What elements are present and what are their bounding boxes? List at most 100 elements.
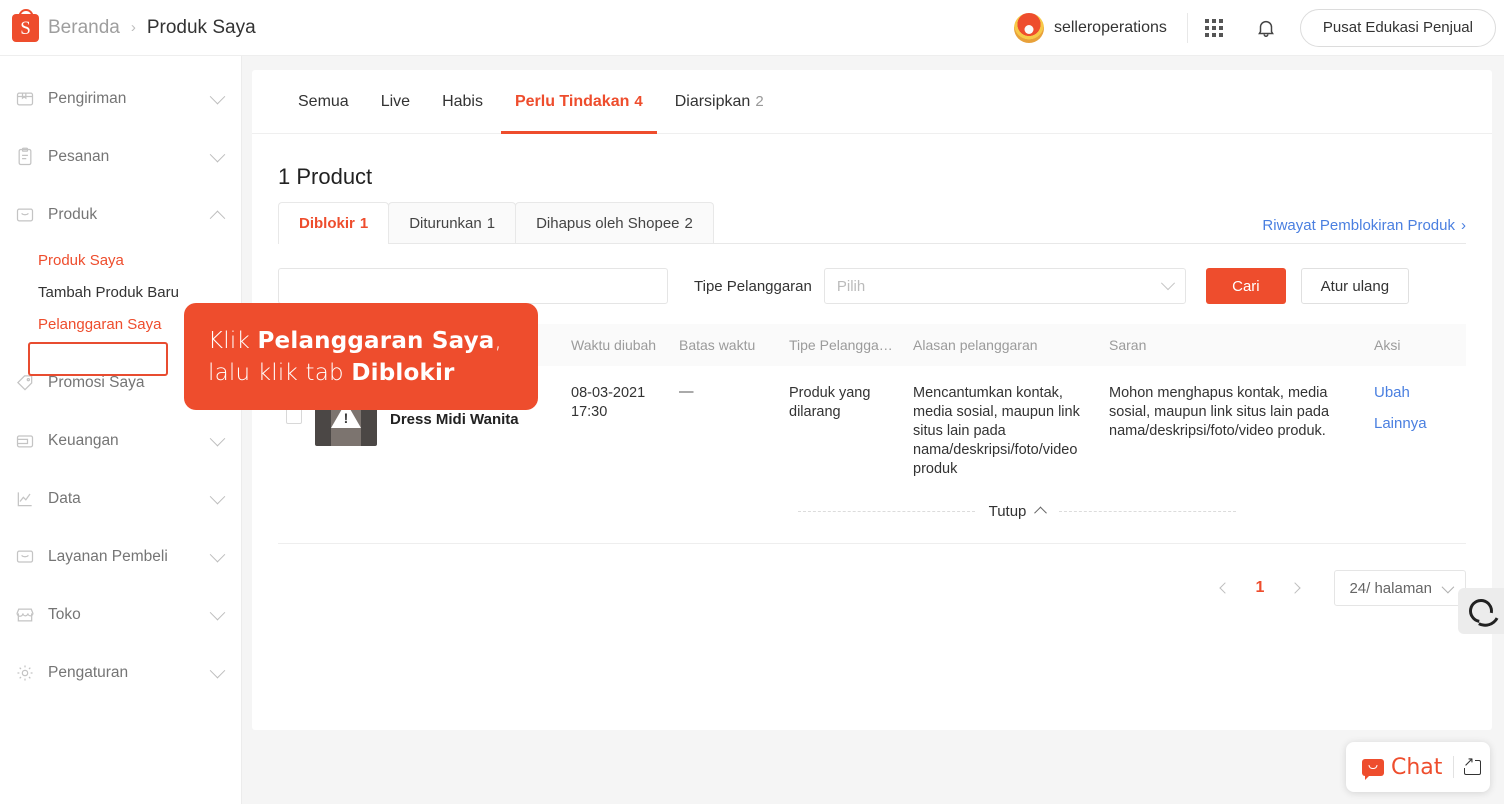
- expand-icon[interactable]: [1462, 754, 1482, 775]
- sidebar-label: Layanan Pembeli: [48, 548, 168, 565]
- breadcrumb-separator-icon: ›: [130, 19, 136, 36]
- chevron-right-icon: [1289, 582, 1302, 594]
- callout-line1-bold: Pelanggaran Saya: [257, 327, 495, 354]
- chat-smile: [1368, 765, 1378, 769]
- tab-diarsipkan[interactable]: Diarsipkan 2: [675, 70, 764, 134]
- gear-icon: [14, 662, 36, 684]
- sidebar-item-pesanan[interactable]: Pesanan: [0, 128, 241, 186]
- tab-count: 2: [755, 93, 764, 110]
- notifications-button[interactable]: [1240, 0, 1292, 56]
- page-title: 1 Product: [278, 164, 373, 189]
- user-account[interactable]: selleroperations: [1013, 12, 1187, 43]
- avatar: [1013, 12, 1044, 43]
- col-header-alasan-pelanggaran: Alasan pelanggaran: [913, 337, 1038, 353]
- header-actions: selleroperations Pusat Edukasi Penjual: [1013, 0, 1504, 56]
- apps-grid-button[interactable]: [1188, 0, 1240, 56]
- cell-waktu-diubah: 08-03-2021 17:30: [571, 385, 646, 420]
- col-header-batas-waktu: Batas waktu: [679, 337, 756, 353]
- sidebar-label: Data: [48, 490, 81, 507]
- sidebar-nav: Pengiriman Pesanan Produk Produk Saya Ta…: [0, 56, 242, 804]
- action-ubah-link[interactable]: Ubah: [1374, 384, 1448, 401]
- violation-type-label: Tipe Pelanggaran: [694, 277, 812, 295]
- page-size-label: 24/ halaman: [1349, 579, 1432, 597]
- main-tab-bar: Semua Live Habis Perlu Tindakan 4 Diarsi…: [252, 70, 1492, 134]
- subtab-diblokir[interactable]: Diblokir 1: [278, 202, 390, 244]
- sidebar-item-toko[interactable]: Toko: [0, 586, 241, 644]
- tab-label: Habis: [442, 92, 483, 110]
- store-icon: [14, 604, 36, 626]
- chevron-down-icon: [209, 488, 226, 504]
- wallet-icon: [14, 430, 36, 452]
- col-header-tipe-pelanggaran: Tipe Pelanggaran: [789, 337, 900, 353]
- subtab-label: Dihapus oleh Shopee: [536, 215, 680, 232]
- chat-widget[interactable]: Chat: [1346, 742, 1490, 792]
- chevron-right-icon: ›: [1461, 217, 1466, 234]
- tab-label: Semua: [298, 92, 349, 110]
- floating-assistant-button[interactable]: [1458, 588, 1504, 634]
- chevron-down-icon: [209, 146, 226, 162]
- sidebar-label: Toko: [48, 606, 81, 623]
- chart-icon: [14, 488, 36, 510]
- pagination: 1 24/ halaman: [278, 570, 1466, 606]
- tab-perlu-tindakan[interactable]: Perlu Tindakan 4: [500, 70, 657, 134]
- dashed-line-left: [798, 510, 975, 512]
- sidebar-label: Produk: [48, 206, 98, 223]
- row-checkbox[interactable]: [286, 408, 302, 424]
- breadcrumb-home[interactable]: Beranda: [48, 17, 120, 39]
- pagination-page-1[interactable]: 1: [1242, 579, 1279, 597]
- violation-history-link[interactable]: Riwayat Pemblokiran Produk ›: [1262, 217, 1466, 234]
- main-content: Semua Live Habis Perlu Tindakan 4 Diarsi…: [242, 56, 1504, 804]
- sidebar-item-produk[interactable]: Produk: [0, 186, 241, 244]
- tab-live[interactable]: Live: [381, 70, 410, 134]
- username-label: selleroperations: [1053, 18, 1167, 36]
- sidebar-item-data[interactable]: Data: [0, 470, 241, 528]
- education-center-button[interactable]: Pusat Edukasi Penjual: [1299, 8, 1496, 47]
- cell-batas-waktu: —: [679, 384, 694, 400]
- reset-button[interactable]: Atur ulang: [1300, 268, 1409, 304]
- chevron-down-icon: [1441, 580, 1455, 593]
- tab-label: Perlu Tindakan: [514, 92, 630, 110]
- page-size-select[interactable]: 24/ halaman: [1334, 570, 1466, 606]
- sidebar-item-pengiriman[interactable]: Pengiriman: [0, 70, 241, 128]
- chevron-up-icon: [1034, 506, 1048, 519]
- sidebar-item-layanan-pembeli[interactable]: Layanan Pembeli: [0, 528, 241, 586]
- logo-letter: S: [20, 17, 31, 39]
- sidebar-label: Pengiriman: [48, 90, 127, 107]
- search-input[interactable]: [278, 268, 668, 304]
- row-divider: [278, 543, 1466, 544]
- violation-type-select[interactable]: Pilih: [823, 268, 1186, 304]
- sidebar-item-keuangan[interactable]: Keuangan: [0, 412, 241, 470]
- chevron-down-icon: [209, 546, 226, 562]
- sidebar-subitem-produk-saya[interactable]: Produk Saya: [0, 244, 241, 276]
- top-header-bar: S Beranda › Produk Saya selleroperations: [0, 0, 1504, 56]
- product-name[interactable]: Dress Midi Wanita: [390, 411, 519, 428]
- cell-tipe-pelanggaran: Produk yang dilarang: [789, 385, 871, 420]
- pagination-next-button[interactable]: [1278, 572, 1312, 604]
- chat-icon: [1362, 758, 1384, 780]
- callout-line1-prefix: Klik: [208, 327, 258, 354]
- shopee-logo-icon[interactable]: S: [12, 8, 39, 42]
- sidebar-label: Pengaturan: [48, 664, 129, 681]
- pagination-prev-button[interactable]: [1208, 572, 1242, 604]
- callout-line-2: lalu klik tab Diblokir: [208, 357, 514, 389]
- search-button[interactable]: Cari: [1205, 268, 1286, 304]
- grid-icon: [1204, 18, 1223, 37]
- tab-label: Diarsipkan: [674, 92, 751, 110]
- collapse-label: Tutup: [988, 502, 1027, 520]
- tab-habis[interactable]: Habis: [442, 70, 483, 134]
- subtab-count: 2: [684, 215, 693, 232]
- cell-alasan: Mencantumkan kontak, media sosial, maupu…: [913, 385, 1080, 477]
- subtab-dihapus-oleh-shopee[interactable]: Dihapus oleh Shopee 2: [515, 202, 714, 244]
- warning-exclamation: !: [343, 410, 349, 427]
- app-root: S Beranda › Produk Saya selleroperations: [0, 0, 1504, 804]
- tab-semua[interactable]: Semua: [298, 70, 349, 134]
- col-header-aksi: Aksi: [1374, 337, 1401, 353]
- callout-line2-prefix: lalu klik tab: [208, 359, 352, 386]
- col-header-waktu-diubah: Waktu diubah: [571, 337, 657, 353]
- action-lainnya-link[interactable]: Lainnya: [1374, 415, 1448, 432]
- collapse-toggle-button[interactable]: Tutup: [975, 503, 1060, 520]
- sidebar-item-pengaturan[interactable]: Pengaturan: [0, 644, 241, 702]
- dashed-line-right: [1059, 510, 1236, 512]
- circle-loader-icon: [1464, 594, 1498, 628]
- subtab-diturunkan[interactable]: Diturunkan 1: [388, 202, 517, 244]
